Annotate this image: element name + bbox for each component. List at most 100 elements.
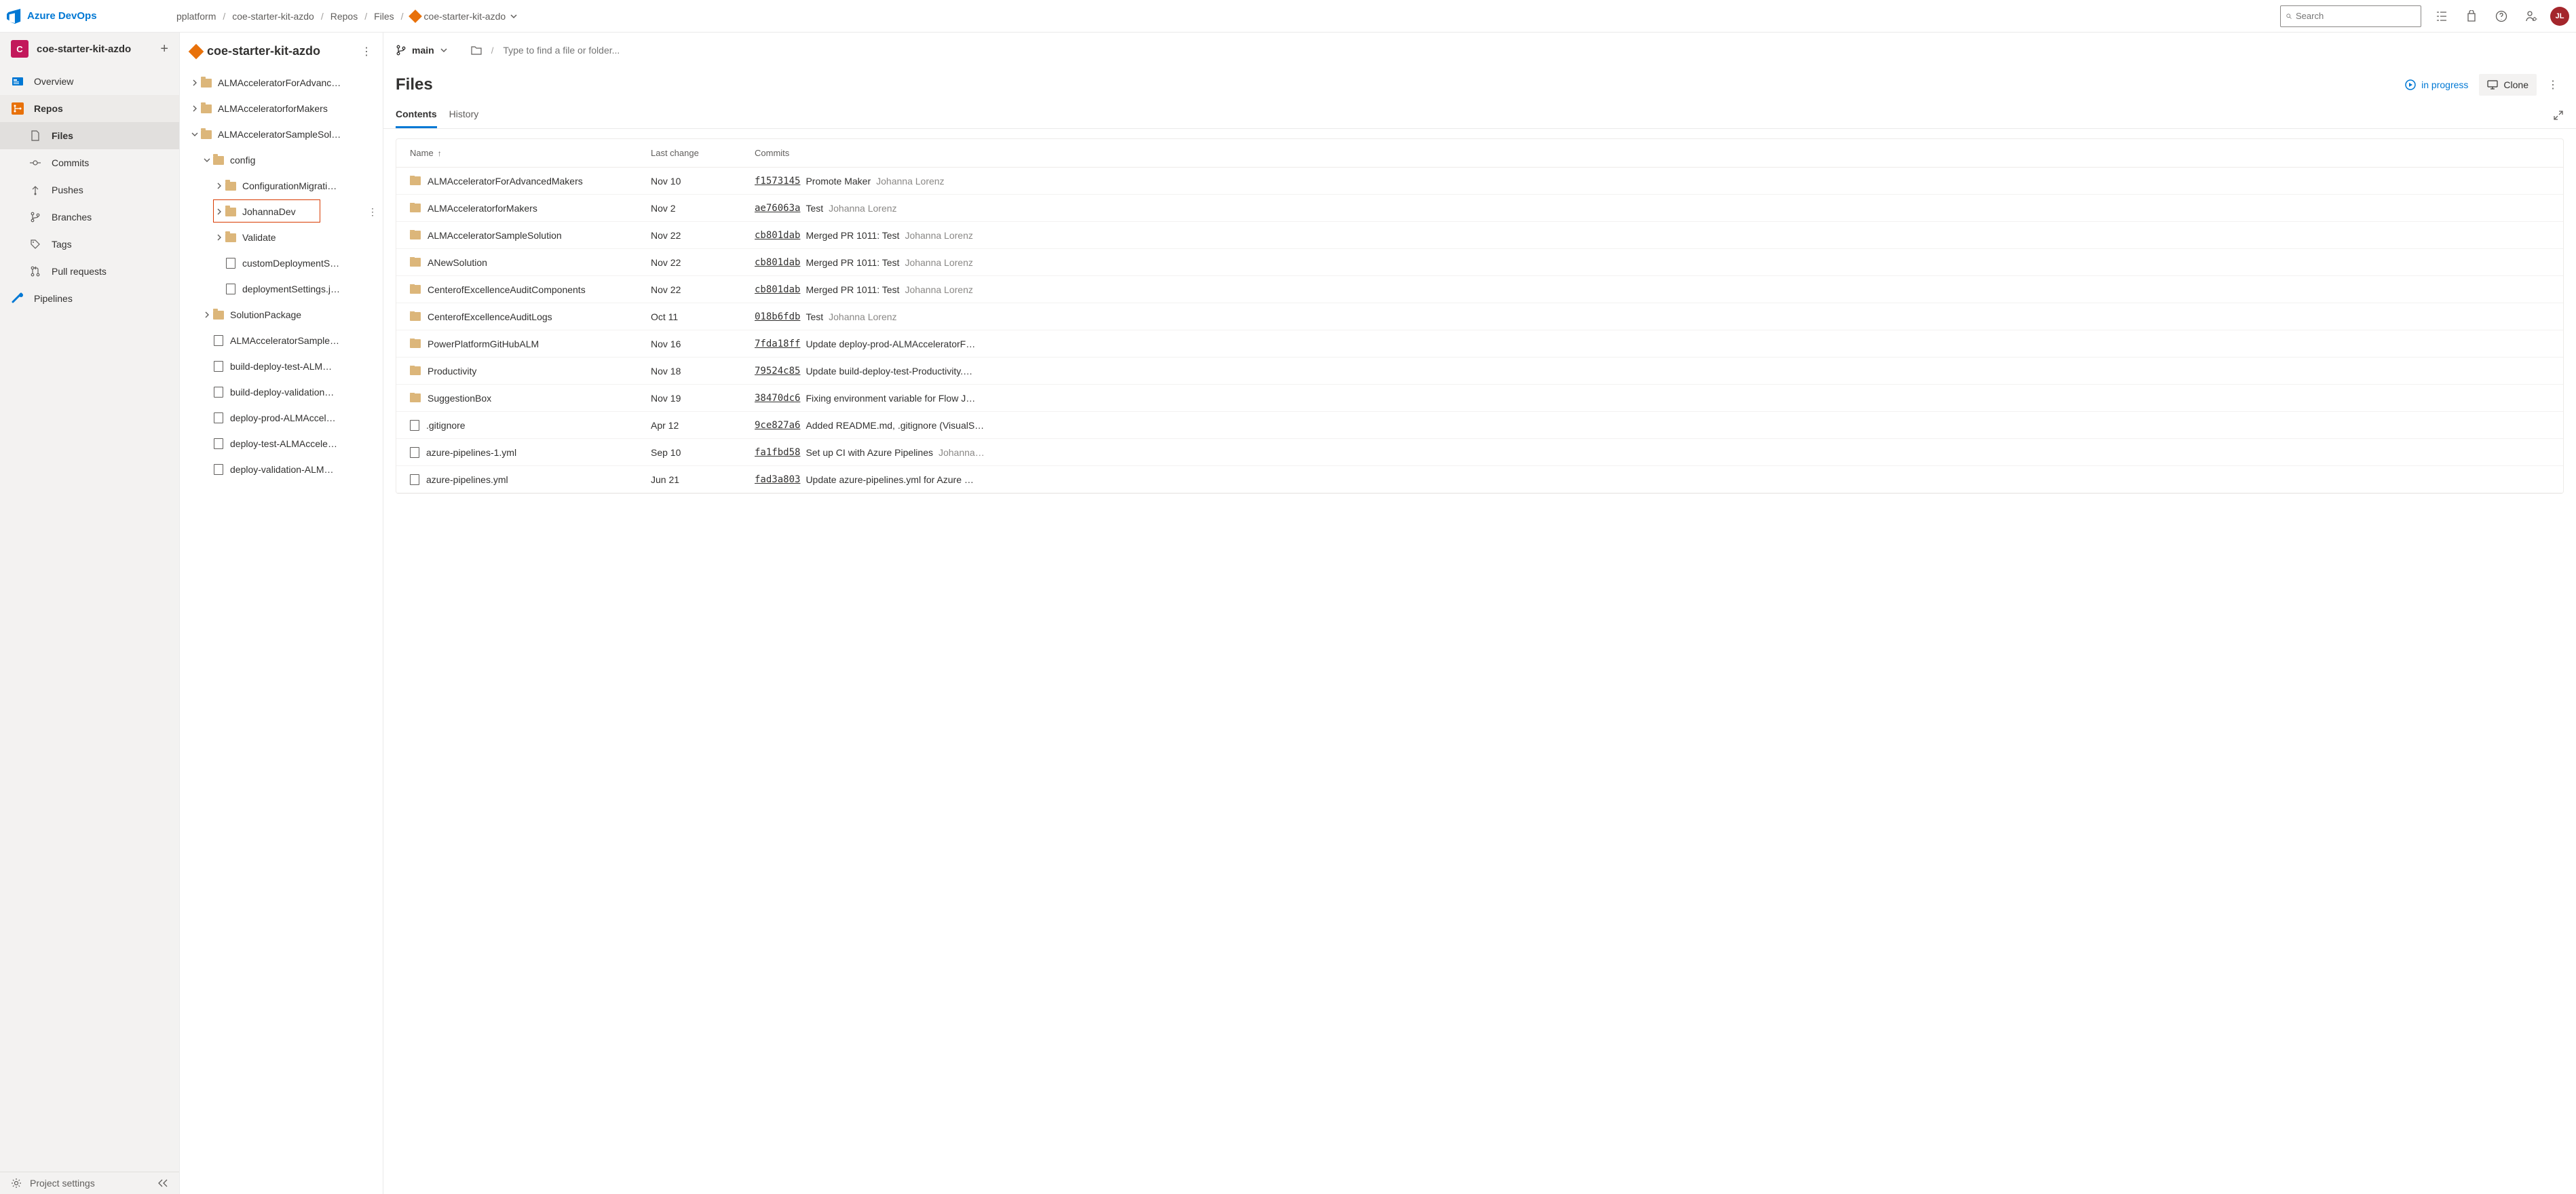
- col-header-name[interactable]: Name ↑: [410, 148, 651, 158]
- fullscreen-button[interactable]: [2553, 110, 2564, 121]
- table-row[interactable]: ALMAcceleratorforMakersNov 2ae76063aTest…: [396, 195, 2563, 222]
- commit-hash-link[interactable]: cb801dab: [755, 257, 800, 268]
- chevron-down-icon[interactable]: [189, 131, 200, 138]
- commit-hash-link[interactable]: fad3a803: [755, 474, 800, 485]
- chevron-right-icon[interactable]: [214, 208, 225, 215]
- nav-pushes[interactable]: Pushes: [0, 176, 179, 204]
- table-row[interactable]: ALMAcceleratorSampleSolutionNov 22cb801d…: [396, 222, 2563, 249]
- search-box[interactable]: [2280, 5, 2421, 27]
- nav-files[interactable]: Files: [0, 122, 179, 149]
- commit-hash-link[interactable]: cb801dab: [755, 230, 800, 241]
- project-header[interactable]: C coe-starter-kit-azdo +: [0, 33, 179, 65]
- tree-item[interactable]: ALMAcceleratorSample…: [180, 328, 383, 353]
- table-row[interactable]: .gitignoreApr 129ce827a6Added README.md,…: [396, 412, 2563, 439]
- commit-hash-link[interactable]: fa1fbd58: [755, 447, 800, 458]
- chevron-right-icon[interactable]: [189, 79, 200, 86]
- table-row[interactable]: ANewSolutionNov 22cb801dabMerged PR 1011…: [396, 249, 2563, 276]
- nav-tags[interactable]: Tags: [0, 231, 179, 258]
- chevron-right-icon[interactable]: [214, 182, 225, 189]
- chevron-right-icon[interactable]: [214, 234, 225, 241]
- table-row[interactable]: PowerPlatformGitHubALMNov 167fda18ffUpda…: [396, 330, 2563, 358]
- tree-item[interactable]: ALMAcceleratorforMakers: [180, 96, 383, 121]
- tree-item[interactable]: JohannaDev⋮: [180, 199, 383, 225]
- collapse-sidebar-button[interactable]: [157, 1179, 168, 1187]
- table-row[interactable]: CenterofExcellenceAuditLogsOct 11018b6fd…: [396, 303, 2563, 330]
- tree-item[interactable]: customDeploymentS…: [180, 250, 383, 276]
- work-items-icon[interactable]: [2427, 0, 2457, 33]
- commit-hash-link[interactable]: 38470dc6: [755, 393, 800, 404]
- commit-hash-link[interactable]: ae76063a: [755, 203, 800, 214]
- branch-picker[interactable]: main: [396, 45, 448, 56]
- cell-commit: cb801dabMerged PR 1011: TestJohanna Lore…: [755, 257, 2550, 268]
- tab-history[interactable]: History: [449, 102, 479, 128]
- user-settings-icon[interactable]: [2516, 0, 2546, 33]
- nav-branches[interactable]: Branches: [0, 204, 179, 231]
- nav-pipelines[interactable]: Pipelines: [0, 285, 179, 312]
- folder-icon: [410, 258, 421, 267]
- commit-hash-link[interactable]: 9ce827a6: [755, 420, 800, 431]
- project-settings-link[interactable]: Project settings: [11, 1178, 95, 1189]
- table-row[interactable]: SuggestionBoxNov 1938470dc6Fixing enviro…: [396, 385, 2563, 412]
- tree-item[interactable]: ConfigurationMigrati…: [180, 173, 383, 199]
- col-header-last-change[interactable]: Last change: [651, 148, 755, 158]
- commit-message: Merged PR 1011: Test: [806, 257, 899, 268]
- chevron-right-icon[interactable]: [202, 311, 212, 318]
- table-row[interactable]: azure-pipelines.ymlJun 21fad3a803Update …: [396, 466, 2563, 493]
- tree-repo-name[interactable]: coe-starter-kit-azdo: [207, 44, 353, 58]
- nav-commits[interactable]: Commits: [0, 149, 179, 176]
- commit-hash-link[interactable]: 79524c85: [755, 366, 800, 377]
- table-row[interactable]: CenterofExcellenceAuditComponentsNov 22c…: [396, 276, 2563, 303]
- folder-icon: [410, 285, 421, 294]
- breadcrumb-area[interactable]: Repos: [330, 11, 358, 22]
- table-row[interactable]: azure-pipelines-1.ymlSep 10fa1fbd58Set u…: [396, 439, 2563, 466]
- tree-item[interactable]: config: [180, 147, 383, 173]
- content-more-button[interactable]: ⋮: [2542, 78, 2564, 92]
- nav-label: Pull requests: [52, 266, 107, 277]
- tree-item[interactable]: build-deploy-test-ALM…: [180, 353, 383, 379]
- nav-label: Commits: [52, 157, 89, 168]
- tab-contents[interactable]: Contents: [396, 102, 437, 128]
- tree-item[interactable]: ALMAcceleratorForAdvanc…: [180, 70, 383, 96]
- commit-hash-link[interactable]: cb801dab: [755, 284, 800, 295]
- breadcrumb-org[interactable]: pplatform: [176, 11, 216, 22]
- commit-hash-link[interactable]: 7fda18ff: [755, 339, 800, 349]
- clone-button[interactable]: Clone: [2479, 74, 2537, 96]
- tree-item[interactable]: deploy-prod-ALMAccel…: [180, 405, 383, 431]
- commit-author: Johanna Lorenz: [876, 176, 944, 187]
- breadcrumb-repo-picker[interactable]: coe-starter-kit-azdo: [411, 11, 518, 22]
- tree-item[interactable]: deploy-test-ALMAccele…: [180, 431, 383, 457]
- tree-item[interactable]: build-deploy-validation…: [180, 379, 383, 405]
- tree-item[interactable]: deploymentSettings.j…: [180, 276, 383, 302]
- nav-overview[interactable]: Overview: [0, 68, 179, 95]
- table-row[interactable]: ProductivityNov 1879524c85Update build-d…: [396, 358, 2563, 385]
- tree-item[interactable]: ALMAcceleratorSampleSol…: [180, 121, 383, 147]
- help-icon[interactable]: [2486, 0, 2516, 33]
- commit-hash-link[interactable]: 018b6fdb: [755, 311, 800, 322]
- build-status-badge[interactable]: in progress: [2405, 79, 2468, 90]
- tree-item[interactable]: deploy-validation-ALM…: [180, 457, 383, 482]
- chevron-down-icon[interactable]: [202, 157, 212, 163]
- user-avatar[interactable]: JL: [2550, 7, 2569, 26]
- tree-item[interactable]: Validate: [180, 225, 383, 250]
- table-row[interactable]: ALMAcceleratorForAdvancedMakersNov 10f15…: [396, 168, 2563, 195]
- tree-item-label: ConfigurationMigrati…: [242, 180, 383, 191]
- nav-pull-requests[interactable]: Pull requests: [0, 258, 179, 285]
- marketplace-icon[interactable]: [2457, 0, 2486, 33]
- folder-icon: [225, 180, 237, 192]
- folder-icon: [410, 312, 421, 321]
- nav-repos[interactable]: Repos: [0, 95, 179, 122]
- tree-item[interactable]: SolutionPackage: [180, 302, 383, 328]
- breadcrumb-page[interactable]: Files: [374, 11, 394, 22]
- chevron-right-icon[interactable]: [189, 105, 200, 112]
- search-input[interactable]: [2296, 11, 2415, 21]
- logo-section[interactable]: Azure DevOps: [7, 9, 102, 24]
- file-name: ANewSolution: [428, 257, 487, 268]
- col-header-commits[interactable]: Commits: [755, 148, 2550, 158]
- breadcrumb-project[interactable]: coe-starter-kit-azdo: [232, 11, 314, 22]
- project-settings-label: Project settings: [30, 1178, 95, 1189]
- tree-more-button[interactable]: ⋮: [358, 45, 375, 58]
- add-button[interactable]: +: [160, 41, 168, 57]
- path-input[interactable]: [503, 45, 679, 56]
- commit-hash-link[interactable]: f1573145: [755, 176, 800, 187]
- tree-item-more-button[interactable]: ⋮: [368, 206, 377, 218]
